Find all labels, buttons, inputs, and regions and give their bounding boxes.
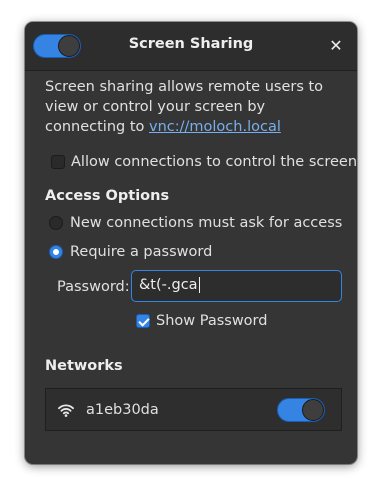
toggle-knob <box>302 399 324 421</box>
network-toggle[interactable] <box>277 398 325 422</box>
networks-list: a1eb30da <box>45 388 342 431</box>
access-options-heading: Access Options <box>45 188 170 204</box>
close-icon: ✕ <box>329 36 343 55</box>
password-label: Password: <box>57 279 130 295</box>
allow-remote-control-row[interactable]: Allow connections to control the screen <box>51 154 357 170</box>
ask-for-access-radio[interactable] <box>49 216 63 230</box>
allow-remote-control-checkbox[interactable] <box>51 155 65 169</box>
close-button[interactable]: ✕ <box>325 35 347 57</box>
wifi-icon <box>58 404 74 417</box>
header-bar: Screen Sharing ✕ <box>25 22 357 71</box>
text-cursor <box>198 277 200 293</box>
network-name: a1eb30da <box>86 402 159 418</box>
ask-for-access-label: New connections must ask for access <box>70 215 343 231</box>
ask-for-access-option[interactable]: New connections must ask for access <box>49 215 342 231</box>
screen-sharing-dialog: Screen Sharing ✕ Screen sharing allows r… <box>25 22 357 464</box>
description-text: Screen sharing allows remote users to vi… <box>45 77 345 137</box>
show-password-row[interactable]: Show Password <box>136 313 267 329</box>
require-password-label: Require a password <box>70 244 213 260</box>
require-password-radio[interactable] <box>49 245 63 259</box>
password-value: &t(-.gca <box>139 277 198 293</box>
show-password-checkbox[interactable] <box>136 314 150 328</box>
require-password-option[interactable]: Require a password <box>49 244 212 260</box>
vnc-address-link[interactable]: vnc://moloch.local <box>149 119 281 135</box>
networks-heading: Networks <box>45 358 123 374</box>
password-field[interactable]: &t(-.gca <box>131 270 342 302</box>
dialog-title: Screen Sharing <box>128 36 254 52</box>
allow-remote-control-label: Allow connections to control the screen <box>71 154 357 170</box>
show-password-label: Show Password <box>156 313 268 329</box>
